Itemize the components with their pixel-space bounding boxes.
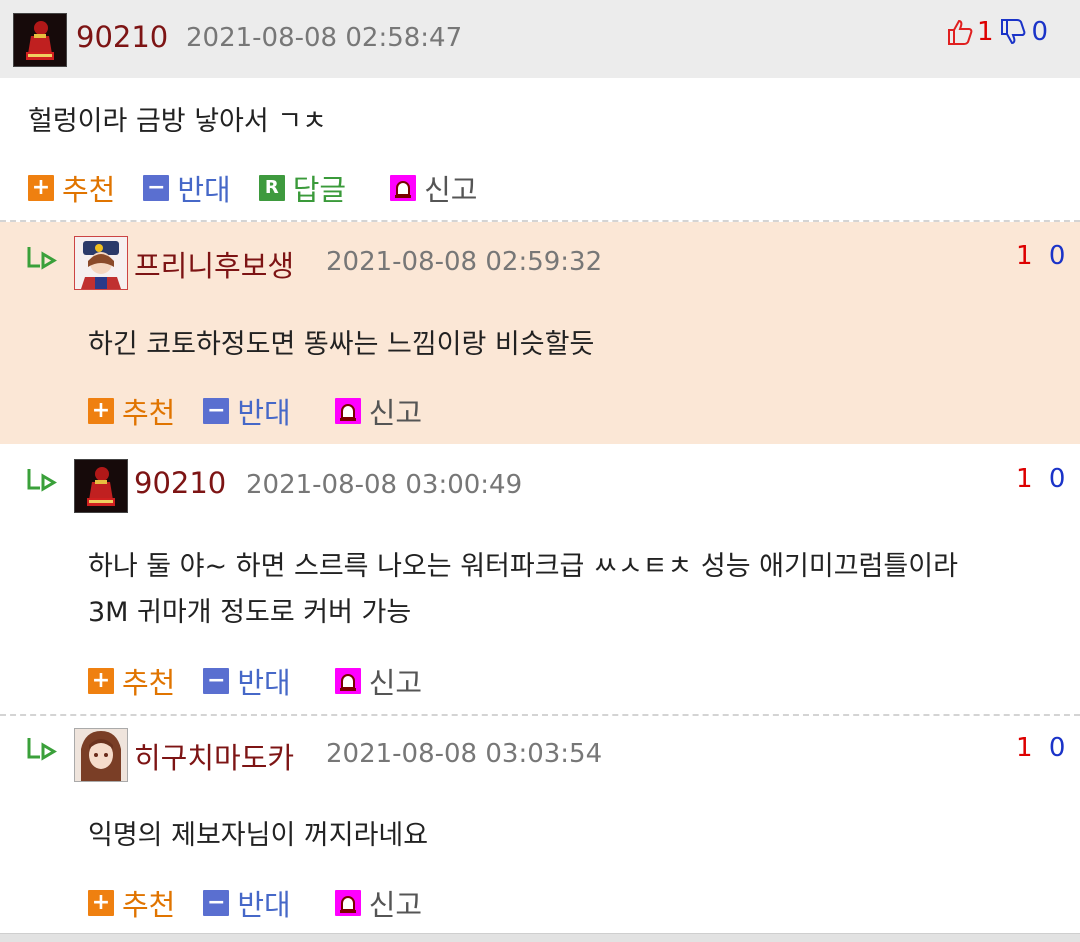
siren-icon [334, 398, 361, 424]
down-count: 0 [1048, 733, 1066, 763]
minus-icon: − [203, 890, 230, 916]
comment-body: 하긴 코토하정도면 똥싸는 느낌이랑 비슷할듯 [88, 329, 595, 360]
vote-counts: 1 0 [1016, 241, 1065, 271]
minus-icon: − [203, 668, 230, 694]
plus-icon: + [88, 890, 114, 916]
report-label: 신고 [368, 666, 423, 700]
siren-icon [334, 668, 361, 694]
recommend-label: 추천 [62, 173, 116, 207]
recommend-button[interactable]: + 추천 [88, 660, 175, 702]
comment-date: 2021-08-08 03:03:54 [326, 739, 603, 769]
comment-body: 익명의 제보자님이 꺼지라네요 [88, 820, 429, 851]
siren-icon [334, 890, 361, 916]
up-count: 1 [1016, 464, 1033, 494]
thumbs-up-icon[interactable] [946, 18, 974, 46]
report-button[interactable]: 신고 [334, 660, 423, 702]
comment-body: 하나 둘 야~ 하면 스르륵 나오는 워터파크급 ㅆㅅㅌㅊ 성능 애기미끄럼틀이… [88, 544, 958, 636]
avatar[interactable] [13, 13, 67, 67]
comment-body: 헐렁이라 금방 낳아서 ㄱㅊ [28, 106, 327, 137]
report-label: 신고 [368, 888, 423, 922]
siren-icon [390, 175, 417, 201]
nickname[interactable]: 히구치마도카 [134, 735, 294, 777]
avatar[interactable] [74, 728, 128, 782]
report-label: 신고 [424, 173, 478, 207]
nickname[interactable]: 90210 [134, 466, 226, 500]
plus-icon: + [88, 398, 114, 424]
avatar[interactable] [74, 459, 128, 513]
recommend-button[interactable]: + 추천 [88, 390, 175, 432]
oppose-label: 반대 [237, 666, 291, 700]
recommend-label: 추천 [122, 396, 176, 430]
comment-body-line: 3M 귀마개 정도로 커버 가능 [88, 597, 412, 628]
minus-icon: − [143, 175, 170, 201]
down-count: 0 [1048, 464, 1066, 494]
up-count: 1 [977, 17, 994, 47]
oppose-label: 반대 [237, 396, 291, 430]
comment-actions: + 추천 − 반대 R 답글 신고 [28, 167, 478, 209]
oppose-label: 반대 [177, 173, 231, 207]
up-count: 1 [1016, 733, 1033, 763]
comment-date: 2021-08-08 02:59:32 [326, 247, 603, 277]
reply-badge-icon: R [258, 175, 285, 201]
comment-date: 2021-08-08 03:00:49 [246, 470, 523, 500]
avatar-image [75, 460, 127, 512]
recommend-button[interactable]: + 추천 [88, 882, 175, 924]
comment-body-line: 하나 둘 야~ 하면 스르륵 나오는 워터파크급 ㅆㅅㅌㅊ 성능 애기미끄럼틀이… [88, 551, 958, 582]
comment-actions: + 추천 − 반대 신고 [88, 660, 422, 702]
up-count: 1 [1016, 241, 1033, 271]
reply-arrow-icon [26, 466, 60, 500]
avatar-image [75, 729, 127, 781]
recommend-label: 추천 [122, 666, 176, 700]
plus-icon: + [88, 668, 114, 694]
oppose-button[interactable]: − 반대 [203, 660, 291, 702]
report-button[interactable]: 신고 [334, 882, 423, 924]
reply-arrow-icon [26, 244, 60, 278]
comment-divider [0, 714, 1080, 716]
oppose-label: 반대 [237, 888, 291, 922]
down-count: 0 [1048, 241, 1066, 271]
report-label: 신고 [368, 396, 423, 430]
reply-button[interactable]: R 답글 [258, 167, 347, 209]
oppose-button[interactable]: − 반대 [143, 167, 231, 209]
comment-date: 2021-08-08 02:58:47 [186, 23, 463, 53]
down-count: 0 [1031, 17, 1049, 47]
avatar-image [75, 237, 127, 289]
comment-actions: + 추천 − 반대 신고 [88, 390, 422, 432]
thumbs-down-icon[interactable] [999, 18, 1027, 46]
reply-arrow-icon [26, 735, 60, 769]
recommend-button[interactable]: + 추천 [28, 167, 115, 209]
reply-label: 답글 [292, 173, 347, 207]
nickname[interactable]: 90210 [76, 20, 168, 54]
nickname[interactable]: 프리니후보생 [134, 243, 294, 285]
vote-counts: 1 0 [1016, 464, 1065, 494]
avatar-image [14, 14, 66, 66]
comment-actions: + 추천 − 반대 신고 [88, 882, 422, 924]
report-button[interactable]: 신고 [334, 390, 423, 432]
plus-icon: + [28, 175, 54, 201]
oppose-button[interactable]: − 반대 [203, 882, 291, 924]
minus-icon: − [203, 398, 230, 424]
report-button[interactable]: 신고 [390, 167, 478, 209]
oppose-button[interactable]: − 반대 [203, 390, 291, 432]
avatar[interactable] [74, 236, 128, 290]
vote-counts: 1 0 [946, 17, 1048, 47]
vote-counts: 1 0 [1016, 733, 1065, 763]
recommend-label: 추천 [122, 888, 176, 922]
